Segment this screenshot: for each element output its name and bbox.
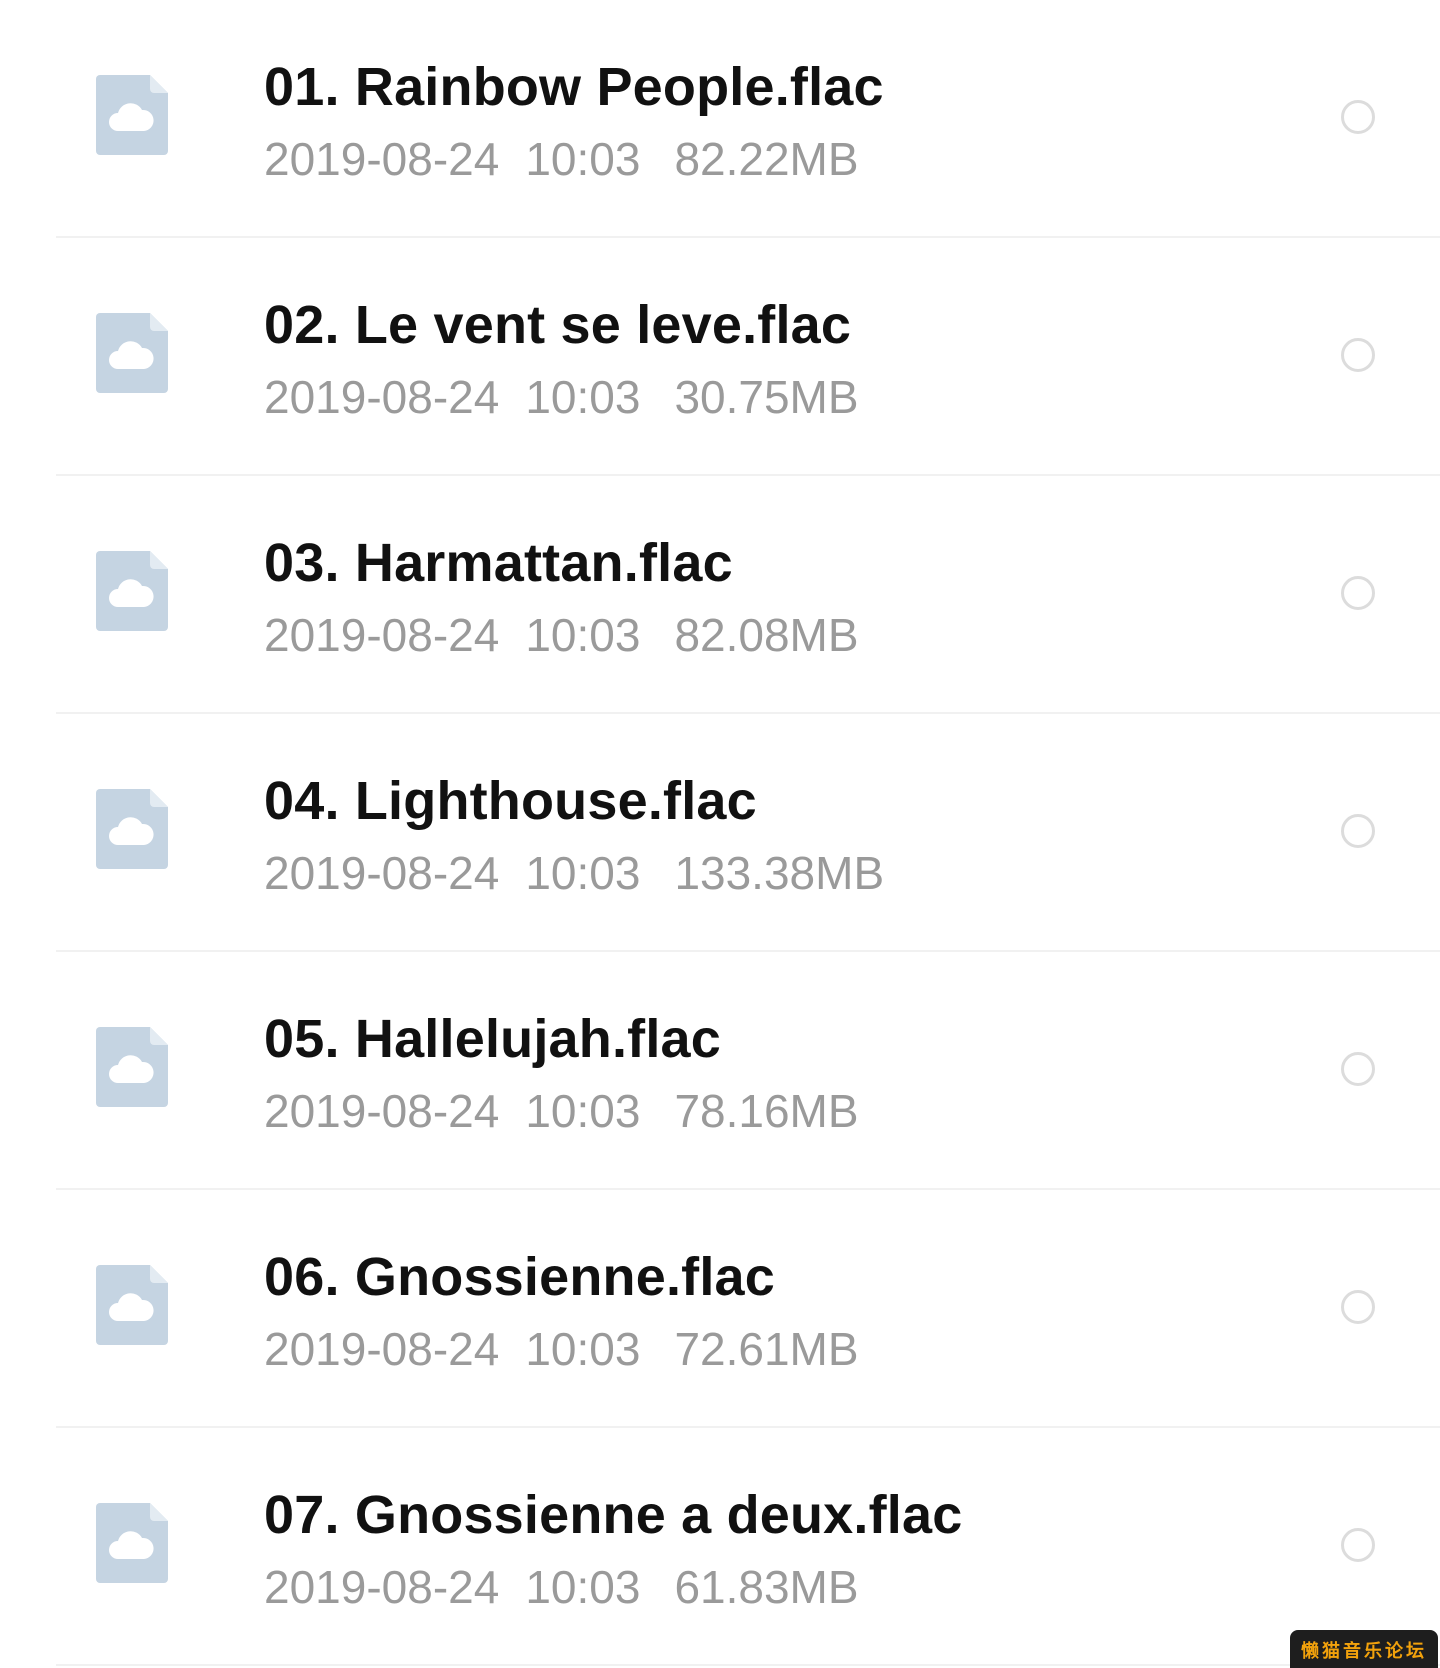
cloud-file-icon <box>96 789 168 869</box>
file-meta: 2019-08-24 10:03 61.83MB <box>264 1560 859 1614</box>
select-radio[interactable] <box>1341 1528 1375 1562</box>
file-date: 2019-08-24 <box>264 609 500 661</box>
file-row[interactable]: 04. Lighthouse.flac 2019-08-24 10:03 133.3… <box>0 714 1440 952</box>
file-name: 06. Gnossienne.flac <box>264 1247 775 1307</box>
file-size: 30.75MB <box>674 371 859 423</box>
file-name: 02. Le vent se leve.flac <box>264 295 852 355</box>
file-size: 78.16MB <box>674 1085 859 1137</box>
cloud-file-icon <box>96 75 168 155</box>
file-date: 2019-08-24 <box>264 847 500 899</box>
select-radio[interactable] <box>1341 1052 1375 1086</box>
forum-watermark: 懒猫音乐论坛 <box>1290 1630 1438 1668</box>
cloud-file-icon <box>96 1027 168 1107</box>
file-time: 10:03 <box>525 1323 641 1375</box>
file-size: 133.38MB <box>674 847 885 899</box>
cloud-file-icon <box>96 551 168 631</box>
file-time: 10:03 <box>525 1561 641 1613</box>
select-radio[interactable] <box>1341 576 1375 610</box>
file-time: 10:03 <box>525 371 641 423</box>
file-meta: 2019-08-24 10:03 133.38MB <box>264 846 884 900</box>
file-size: 82.22MB <box>674 133 859 185</box>
cloud-file-icon <box>96 313 168 393</box>
cloud-file-icon <box>96 1503 168 1583</box>
file-list: 01. Rainbow People.flac 2019-08-24 10:03 8… <box>0 0 1440 1668</box>
file-meta: 2019-08-24 10:03 82.08MB <box>264 608 859 662</box>
select-radio[interactable] <box>1341 1290 1375 1324</box>
file-meta: 2019-08-24 10:03 30.75MB <box>264 370 859 424</box>
file-meta: 2019-08-24 10:03 82.22MB <box>264 132 859 186</box>
file-meta: 2019-08-24 10:03 78.16MB <box>264 1084 859 1138</box>
file-row[interactable]: 02. Le vent se leve.flac 2019-08-24 10:03… <box>0 238 1440 476</box>
file-name: 01. Rainbow People.flac <box>264 57 884 117</box>
file-row[interactable]: 05. Hallelujah.flac 2019-08-24 10:03 78.16… <box>0 952 1440 1190</box>
cloud-file-icon <box>96 1265 168 1345</box>
file-name: 04. Lighthouse.flac <box>264 771 757 831</box>
file-time: 10:03 <box>525 847 641 899</box>
file-name: 07. Gnossienne a deux.flac <box>264 1485 963 1545</box>
file-size: 61.83MB <box>674 1561 859 1613</box>
file-row[interactable]: 06. Gnossienne.flac 2019-08-24 10:03 72.61… <box>0 1190 1440 1428</box>
select-radio[interactable] <box>1341 814 1375 848</box>
file-name: 03. Harmattan.flac <box>264 533 733 593</box>
file-row[interactable]: 07. Gnossienne a deux.flac 2019-08-24 10:… <box>0 1428 1440 1666</box>
file-size: 72.61MB <box>674 1323 859 1375</box>
file-time: 10:03 <box>525 609 641 661</box>
file-row[interactable]: 01. Rainbow People.flac 2019-08-24 10:03 8… <box>0 0 1440 238</box>
file-name: 05. Hallelujah.flac <box>264 1009 721 1069</box>
file-date: 2019-08-24 <box>264 1085 500 1137</box>
file-size: 82.08MB <box>674 609 859 661</box>
file-date: 2019-08-24 <box>264 133 500 185</box>
file-date: 2019-08-24 <box>264 371 500 423</box>
file-row[interactable]: 03. Harmattan.flac 2019-08-24 10:03 82.08M… <box>0 476 1440 714</box>
select-radio[interactable] <box>1341 100 1375 134</box>
file-time: 10:03 <box>525 1085 641 1137</box>
file-date: 2019-08-24 <box>264 1323 500 1375</box>
file-date: 2019-08-24 <box>264 1561 500 1613</box>
file-meta: 2019-08-24 10:03 72.61MB <box>264 1322 859 1376</box>
select-radio[interactable] <box>1341 338 1375 372</box>
file-time: 10:03 <box>525 133 641 185</box>
